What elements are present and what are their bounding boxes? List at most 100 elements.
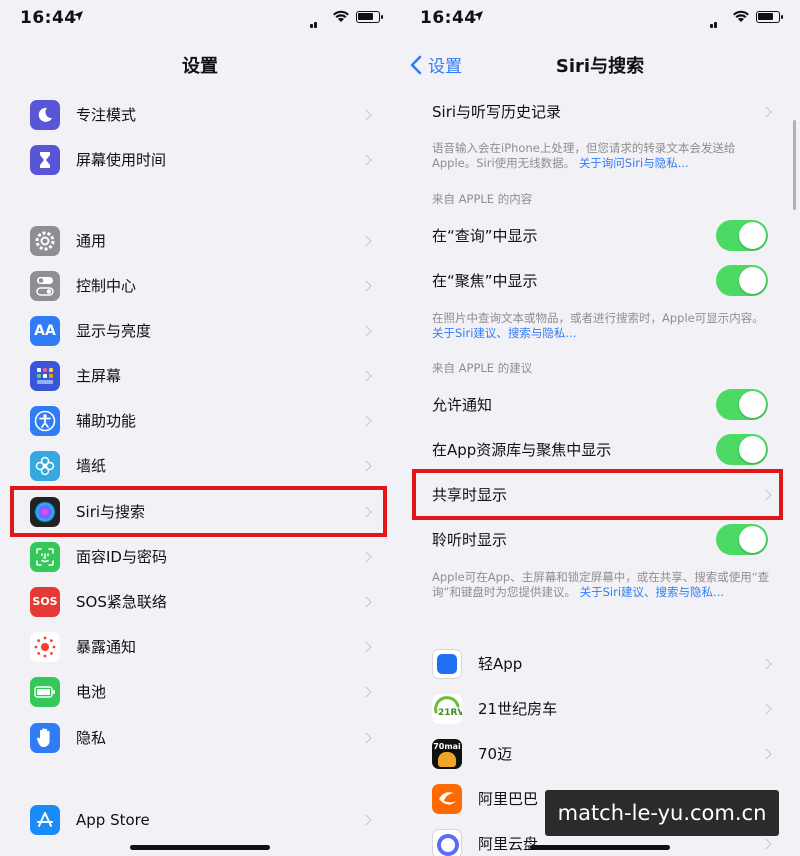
hourglass-icon <box>30 144 60 175</box>
location-arrow-icon <box>473 11 483 21</box>
settings-item-label: 主屏幕 <box>76 367 122 385</box>
chevron-right-icon <box>760 747 772 760</box>
chevron-right-icon <box>760 105 772 118</box>
note-text: 在照片中查询文本或物品，或者进行搜索时，Apple可显示内容。 <box>432 311 764 325</box>
allow-notifications-row: 允许通知 <box>400 382 800 427</box>
chevron-right-icon <box>360 813 372 826</box>
settings-item-focus[interactable]: 专注模式 <box>0 92 400 137</box>
settings-item-label: 墙纸 <box>76 457 107 475</box>
show-when-listening-toggle[interactable] <box>716 524 768 555</box>
app-label: 轻App <box>478 655 523 673</box>
chevron-right-icon <box>760 837 772 850</box>
faceid-icon <box>30 541 60 572</box>
settings-item-control-center[interactable]: 控制中心 <box>0 263 400 308</box>
settings-item-sos[interactable]: SOS SOS紧急联络 <box>0 579 400 624</box>
home-grid-icon <box>30 360 60 391</box>
settings-item-label: 辅助功能 <box>76 412 137 430</box>
suggestions-privacy-link[interactable]: 关于Siri建议、搜索与隐私... <box>580 585 724 599</box>
settings-item-accessibility[interactable]: 辅助功能 <box>0 398 400 443</box>
siri-history-label: Siri与听写历史记录 <box>432 103 562 121</box>
sos-icon: SOS <box>30 586 60 617</box>
accessibility-icon <box>30 405 60 436</box>
settings-item-screen-time[interactable]: 屏幕使用时间 <box>0 137 400 182</box>
settings-item-label: 专注模式 <box>76 106 137 124</box>
app-row-rv21[interactable]: 21RV 21世纪房车 <box>400 686 800 731</box>
home-indicator <box>530 845 670 850</box>
settings-item-general[interactable]: 通用 <box>0 218 400 263</box>
allow-notifications-toggle[interactable] <box>716 389 768 420</box>
show-in-lookup-toggle[interactable] <box>716 220 768 251</box>
settings-item-label: 隐私 <box>76 729 107 747</box>
chevron-right-icon <box>360 153 372 166</box>
settings-item-face-id[interactable]: 面容ID与密码 <box>0 534 400 579</box>
siri-search-panel: 16:44 设置 Siri与搜索 Siri与听写历史记录 语音输入会在iPhon… <box>400 0 800 856</box>
settings-item-label: 电池 <box>76 683 107 701</box>
status-bar: 16:44 <box>400 0 800 36</box>
show-in-app-library-toggle[interactable] <box>716 434 768 465</box>
chevron-right-icon <box>360 640 372 653</box>
settings-item-privacy[interactable]: 隐私 <box>0 715 400 760</box>
flower-icon <box>30 450 60 481</box>
settings-item-app-store[interactable]: App Store <box>0 797 400 842</box>
location-arrow-icon <box>73 11 83 21</box>
settings-item-label: 屏幕使用时间 <box>76 151 167 169</box>
toggle-label: 聆听时显示 <box>432 531 508 549</box>
70mai-icon: 70mai <box>432 738 462 769</box>
app-label: 21世纪房车 <box>478 700 558 718</box>
toggle-label: 允许通知 <box>432 396 493 414</box>
battery-status-icon <box>756 11 783 23</box>
chevron-right-icon <box>360 108 372 121</box>
settings-item-display[interactable]: AA 显示与亮度 <box>0 308 400 353</box>
wifi-icon <box>333 10 349 22</box>
settings-item-label: 显示与亮度 <box>76 322 152 340</box>
siri-privacy-link[interactable]: 关于询问Siri与隐私... <box>579 156 689 170</box>
show-in-spotlight-toggle[interactable] <box>716 265 768 296</box>
watermark: match-le-yu.com.cn <box>545 790 779 836</box>
settings-item-battery[interactable]: 电池 <box>0 669 400 714</box>
exposure-icon <box>30 631 60 662</box>
settings-item-label: SOS紧急联络 <box>76 593 167 611</box>
section-header-apple-content: 来自 APPLE 的内容 <box>432 192 533 206</box>
chevron-right-icon <box>360 369 372 382</box>
highlight-box-sharing <box>412 469 783 520</box>
settings-panel: 16:44 设置 专注模式 屏幕使用时间 通用 控制中心 AA 显示与亮度 主屏… <box>0 0 400 856</box>
qing-app-icon <box>432 648 462 679</box>
siri-history-row[interactable]: Siri与听写历史记录 <box>400 89 800 134</box>
status-time: 16:44 <box>420 8 477 28</box>
settings-item-label: 面容ID与密码 <box>76 548 167 566</box>
settings-item-home-screen[interactable]: 主屏幕 <box>0 353 400 398</box>
chevron-right-icon <box>360 279 372 292</box>
chevron-right-icon <box>360 324 372 337</box>
appstore-icon <box>30 804 60 835</box>
settings-item-exposure[interactable]: 暴露通知 <box>0 624 400 669</box>
scroll-indicator[interactable] <box>793 120 796 210</box>
page-title: 设置 <box>182 56 218 77</box>
chevron-right-icon <box>360 595 372 608</box>
rv21-icon: 21RV <box>432 693 462 724</box>
app-row-70mai[interactable]: 70mai 70迈 <box>400 731 800 776</box>
siri-privacy-note: 语音输入会在iPhone上处理，但您请求的转录文本会发送给Apple。Siri使… <box>432 141 772 171</box>
aliyun-drive-icon <box>432 828 462 856</box>
app-row-qing[interactable]: 轻App <box>400 641 800 686</box>
app-label: 阿里云盘 <box>478 835 539 853</box>
hand-icon <box>30 722 60 753</box>
status-time: 16:44 <box>20 8 77 28</box>
show-in-lookup-row: 在“查询”中显示 <box>400 213 800 258</box>
home-indicator <box>130 845 270 850</box>
svg-text:21RV: 21RV <box>438 708 462 718</box>
chevron-right-icon <box>760 657 772 670</box>
chevron-right-icon <box>360 731 372 744</box>
toggle-label: 在“聚焦”中显示 <box>432 272 538 290</box>
settings-item-wallpaper[interactable]: 墙纸 <box>0 443 400 488</box>
show-when-listening-row: 聆听时显示 <box>400 517 800 562</box>
settings-item-label: 控制中心 <box>76 277 137 295</box>
alibaba-icon <box>432 783 462 814</box>
section-header-apple-suggestions: 来自 APPLE 的建议 <box>432 361 533 375</box>
suggestions-privacy-link[interactable]: 关于Siri建议、搜索与隐私... <box>432 326 576 340</box>
show-in-app-library-row: 在App资源库与聚焦中显示 <box>400 427 800 472</box>
moon-icon <box>30 99 60 130</box>
show-in-spotlight-row: 在“聚焦”中显示 <box>400 258 800 303</box>
toggle-label: 在App资源库与聚焦中显示 <box>432 441 612 459</box>
suggestions-note: Apple可在App、主屏幕和锁定屏幕中，或在共享、搜索或使用“查询”和键盘时为… <box>432 570 772 600</box>
chevron-right-icon <box>360 550 372 563</box>
